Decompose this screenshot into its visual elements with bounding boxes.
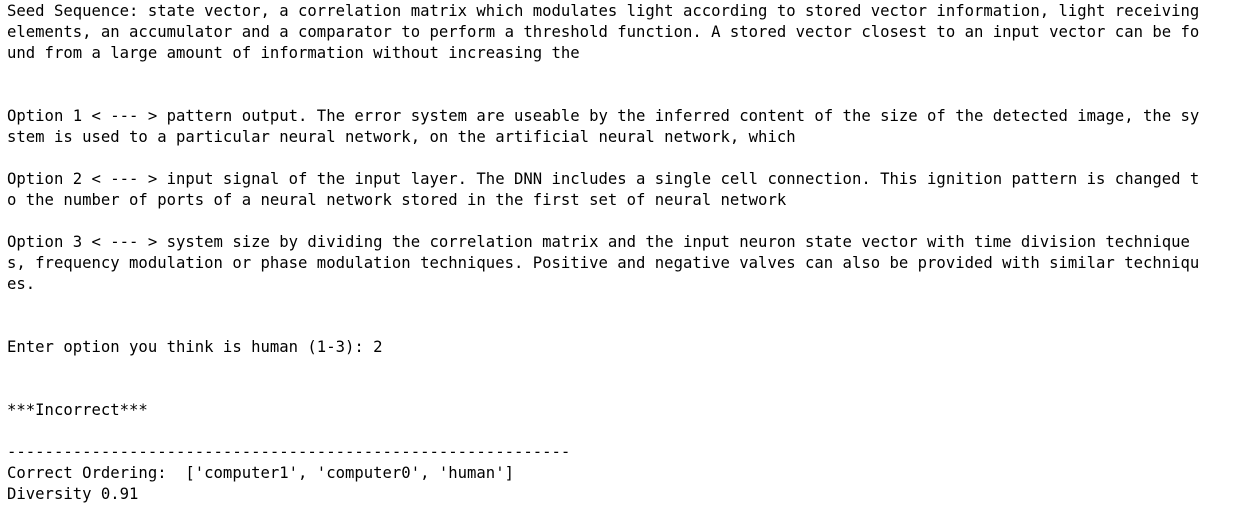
option-3-line-2: s, frequency modulation or phase modulat… bbox=[7, 254, 1200, 272]
seed-line-3: und from a large amount of information w… bbox=[7, 44, 580, 62]
correct-ordering: Correct Ordering: ['computer1', 'compute… bbox=[7, 464, 514, 482]
option-1-line-2: stem is used to a particular neural netw… bbox=[7, 128, 796, 146]
option-3-line-3: es. bbox=[7, 275, 36, 293]
input-prompt[interactable]: Enter option you think is human (1-3): 2 bbox=[7, 337, 1243, 358]
option-2-line-2: o the number of ports of a neural networ… bbox=[7, 191, 787, 209]
option-1-line-1: Option 1 < --- > pattern output. The err… bbox=[7, 107, 1200, 125]
diversity-score: Diversity 0.91 bbox=[7, 485, 139, 503]
console-output: Seed Sequence: state vector, a correlati… bbox=[7, 1, 1243, 505]
seed-line-2: elements, an accumulator and a comparato… bbox=[7, 23, 1200, 41]
seed-line-1: Seed Sequence: state vector, a correlati… bbox=[7, 2, 1200, 20]
result-message: ***Incorrect*** bbox=[7, 401, 148, 419]
divider-line: ----------------------------------------… bbox=[7, 443, 571, 461]
option-3-line-1: Option 3 < --- > system size by dividing… bbox=[7, 233, 1190, 251]
option-2-line-1: Option 2 < --- > input signal of the inp… bbox=[7, 170, 1200, 188]
